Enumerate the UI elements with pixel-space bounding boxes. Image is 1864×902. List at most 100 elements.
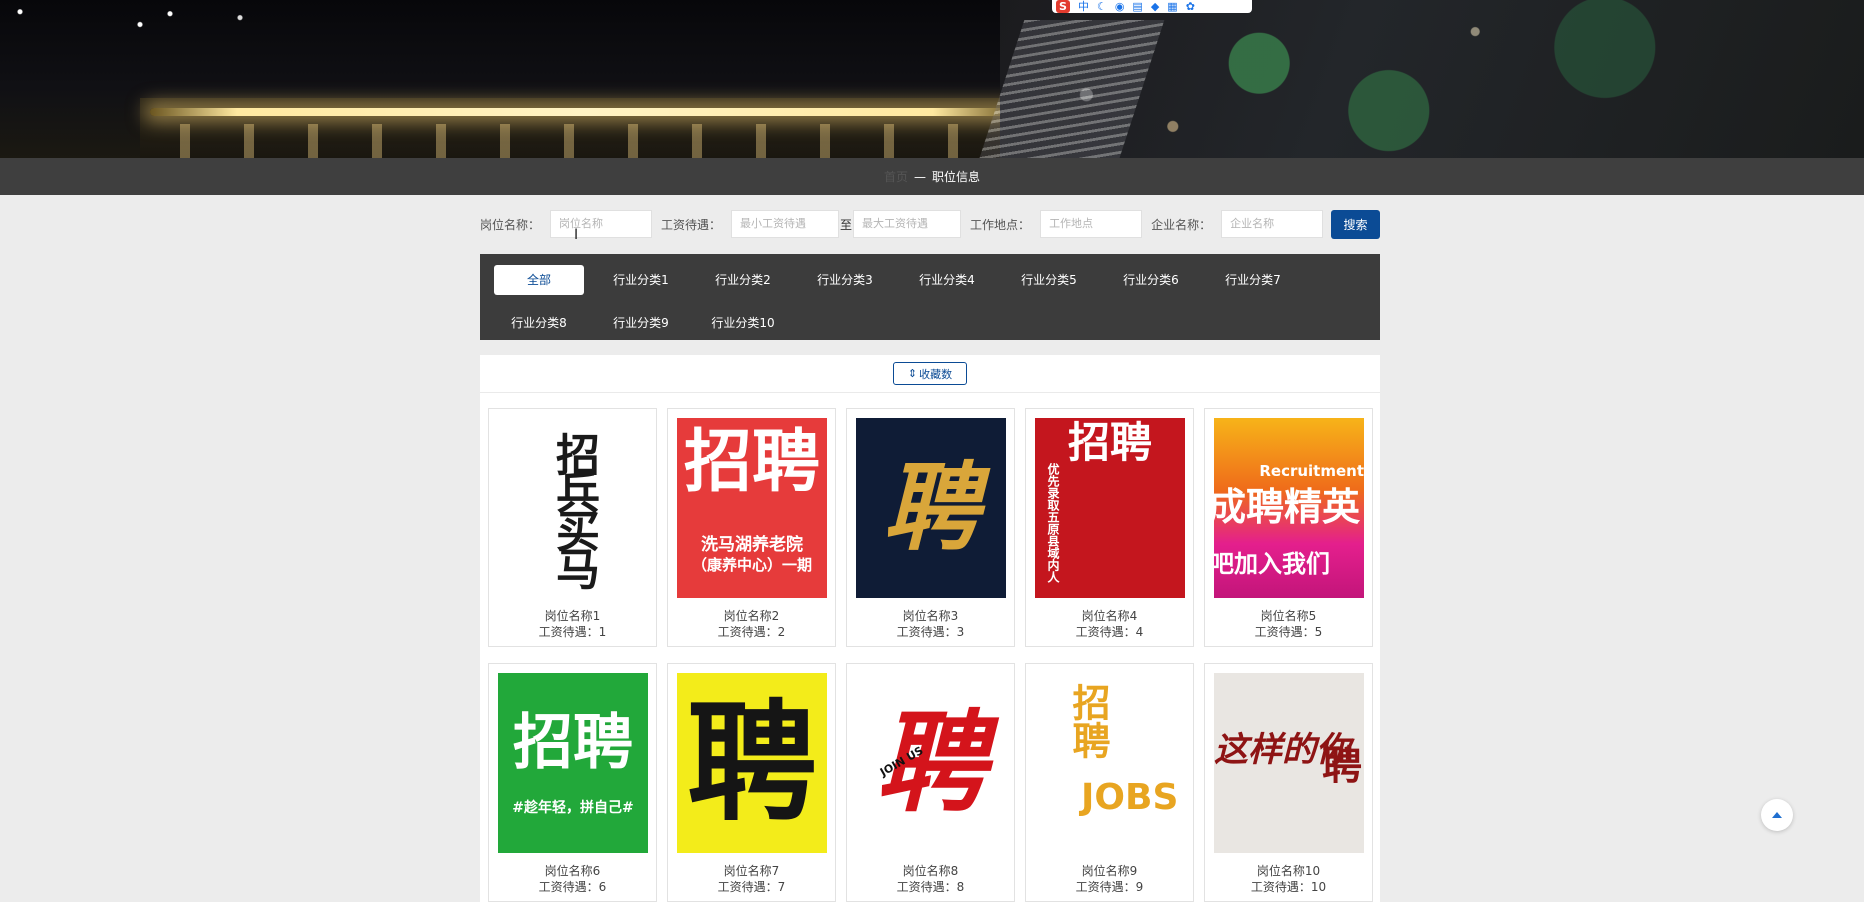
- job-card[interactable]: 聘 岗位名称7 工资待遇：7: [667, 663, 836, 902]
- job-poster-image: 招聘 洗马湖养老院 （康养中心）一期: [677, 418, 827, 598]
- job-name-input[interactable]: [550, 210, 653, 238]
- category-item[interactable]: 行业分类2: [698, 265, 788, 295]
- category-all[interactable]: 全部: [494, 264, 584, 295]
- job-poster-image: 聘: [856, 418, 1006, 598]
- category-item[interactable]: 行业分类5: [1004, 265, 1094, 295]
- chinese-input-icon[interactable]: 中: [1078, 0, 1089, 13]
- category-panel: 全部 行业分类1 行业分类2 行业分类3 行业分类4 行业分类5 行业分类6 行…: [480, 254, 1380, 340]
- skin-icon[interactable]: ◆: [1151, 0, 1159, 13]
- salary-min-input[interactable]: [731, 210, 840, 238]
- category-item[interactable]: 行业分类1: [596, 265, 686, 295]
- job-card[interactable]: 招兵买马 岗位名称1 工资待遇：1: [488, 408, 657, 647]
- banner-lights: [0, 0, 1000, 98]
- sort-label: 收藏数: [919, 367, 953, 381]
- job-salary: 工资待遇：5: [1254, 625, 1323, 639]
- poster-subtext: 优先录取五原县域内人: [1046, 463, 1060, 583]
- category-item[interactable]: 行业分类4: [902, 265, 992, 295]
- category-item[interactable]: 行业分类3: [800, 265, 890, 295]
- settings-icon[interactable]: ✿: [1186, 0, 1195, 13]
- category-row: 行业分类8 行业分类9 行业分类10: [494, 306, 1366, 339]
- job-salary: 工资待遇：7: [717, 880, 786, 894]
- moon-icon[interactable]: ☾: [1097, 0, 1107, 13]
- job-name: 岗位名称5: [1260, 609, 1317, 623]
- category-item[interactable]: 行业分类9: [596, 308, 686, 338]
- job-name: 岗位名称8: [902, 864, 959, 878]
- category-item[interactable]: 行业分类10: [698, 308, 788, 338]
- hero-banner: [0, 0, 1864, 158]
- salary-label: 工资待遇：: [661, 217, 722, 232]
- text-cursor-icon: I: [574, 227, 579, 243]
- job-name: 岗位名称7: [723, 864, 780, 878]
- poster-text: 招兵买马: [548, 432, 599, 584]
- job-salary: 工资待遇：9: [1075, 880, 1144, 894]
- job-card[interactable]: 招聘 #趁年轻，拼自己# 岗位名称6 工资待遇：6: [488, 663, 657, 902]
- salary-to-label: 至: [840, 217, 853, 232]
- category-item[interactable]: 行业分类6: [1106, 265, 1196, 295]
- banner-windows: [180, 124, 1000, 158]
- job-name: 岗位名称1: [544, 609, 601, 623]
- company-label: 企业名称：: [1151, 217, 1212, 232]
- company-input[interactable]: [1221, 210, 1324, 238]
- job-poster-image: Recruitment 成聘精英 吧加入我们: [1214, 418, 1364, 598]
- sort-favorites-button[interactable]: ⇕ 收藏数: [893, 362, 967, 385]
- job-card[interactable]: 招聘 JOBS 岗位名称9 工资待遇：9: [1025, 663, 1194, 902]
- keyboard-icon[interactable]: ▤: [1132, 0, 1142, 13]
- job-salary: 工资待遇：1: [538, 625, 607, 639]
- poster-text: 招聘: [1067, 418, 1152, 467]
- job-card[interactable]: 招聘 优先录取五原县域内人 岗位名称4 工资待遇：4: [1025, 408, 1194, 647]
- poster-subtext: JOBS: [1081, 777, 1179, 818]
- category-item[interactable]: 行业分类8: [494, 308, 584, 338]
- poster-text: 招聘: [683, 422, 820, 502]
- job-name: 岗位名称6: [544, 864, 601, 878]
- breadcrumb-current: 职位信息: [932, 170, 981, 184]
- job-name: 岗位名称4: [1081, 609, 1138, 623]
- job-card[interactable]: 聘 JOIN US 岗位名称8 工资待遇：8: [846, 663, 1015, 902]
- mic-icon[interactable]: ◉: [1115, 0, 1125, 13]
- poster-subtext: 聘: [1322, 743, 1362, 789]
- poster-subtext: （康养中心）一期: [691, 556, 812, 574]
- job-salary: 工资待遇：8: [896, 880, 965, 894]
- job-card[interactable]: Recruitment 成聘精英 吧加入我们 岗位名称5 工资待遇：5: [1204, 408, 1373, 647]
- poster-subtext: #趁年轻，拼自己#: [512, 800, 634, 816]
- poster-subtext: 洗马湖养老院: [701, 535, 803, 555]
- location-label: 工作地点：: [970, 217, 1031, 232]
- banner-building-lights: [150, 108, 1020, 116]
- poster-subtext: 吧加入我们: [1214, 550, 1330, 578]
- job-salary: 工资待遇：2: [717, 625, 786, 639]
- job-grid: 招兵买马 岗位名称1 工资待遇：1 招聘 洗马湖养老院 （康养中心）一期 岗位名…: [480, 393, 1380, 902]
- scroll-top-button[interactable]: [1761, 799, 1793, 831]
- job-poster-image: 这样的你 聘: [1214, 673, 1364, 853]
- sort-icon: ⇕: [907, 367, 918, 380]
- salary-max-input[interactable]: [853, 210, 962, 238]
- poster-text: 成聘精英: [1214, 484, 1361, 529]
- arrow-up-icon: [1772, 812, 1782, 818]
- job-poster-image: 招聘 优先录取五原县域内人: [1035, 418, 1185, 598]
- job-card[interactable]: 招聘 洗马湖养老院 （康养中心）一期 岗位名称2 工资待遇：2: [667, 408, 836, 647]
- breadcrumb-separator: —: [914, 169, 926, 184]
- job-name: 岗位名称3: [902, 609, 959, 623]
- job-name-label: 岗位名称：: [480, 217, 541, 232]
- job-salary: 工资待遇：3: [896, 625, 965, 639]
- grid-icon[interactable]: ▦: [1167, 0, 1177, 13]
- poster-text: 聘: [686, 686, 817, 839]
- sort-bar: ⇕ 收藏数: [480, 355, 1380, 393]
- category-item[interactable]: 行业分类7: [1208, 265, 1298, 295]
- search-button[interactable]: 搜索: [1331, 209, 1380, 239]
- poster-text: 聘: [883, 451, 979, 564]
- search-bar: 岗位名称： 工资待遇： 至 工作地点： 企业名称： 搜索: [480, 209, 1380, 239]
- breadcrumb: 首页 — 职位信息: [0, 158, 1864, 195]
- poster-text: 招聘: [513, 708, 633, 778]
- job-card[interactable]: 聘 岗位名称3 工资待遇：3: [846, 408, 1015, 647]
- job-name: 岗位名称9: [1081, 864, 1138, 878]
- job-salary: 工资待遇：10: [1250, 880, 1327, 894]
- location-input[interactable]: [1040, 210, 1143, 238]
- job-poster-image: 招聘 JOBS: [1035, 673, 1185, 853]
- poster-text: 招聘: [1066, 683, 1111, 759]
- job-poster-image: 聘: [677, 673, 827, 853]
- breadcrumb-home[interactable]: 首页: [884, 168, 908, 185]
- job-card[interactable]: 这样的你 聘 岗位名称10 工资待遇：10: [1204, 663, 1373, 902]
- job-name: 岗位名称2: [723, 609, 780, 623]
- s-logo-icon[interactable]: S: [1056, 0, 1070, 13]
- input-method-toolbar: S 中 ☾ ◉ ▤ ◆ ▦ ✿: [1052, 0, 1252, 13]
- category-row: 全部 行业分类1 行业分类2 行业分类3 行业分类4 行业分类5 行业分类6 行…: [494, 263, 1366, 296]
